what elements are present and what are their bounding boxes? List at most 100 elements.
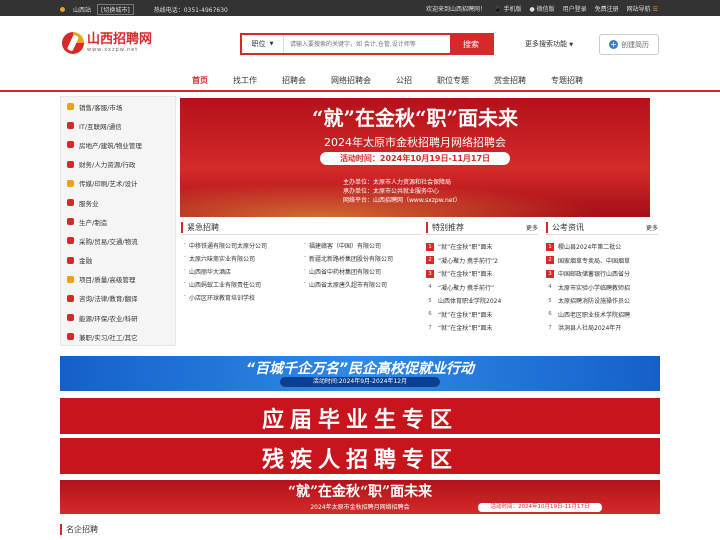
search-button[interactable]: 搜索 [450,35,492,53]
urgent-item[interactable]: 山西省中药材集团有限公司 [301,267,421,276]
mobile-link[interactable]: 📱 手机版 [494,4,521,13]
login-link[interactable]: 用户登录 [563,4,587,13]
category-icon [67,160,74,168]
sidebar-item-label: 财务/人力资源/行政 [79,161,136,170]
urgent-item[interactable]: 山西蚂蚁工业有限责任公司 [181,280,301,289]
special-item[interactable]: 4 “凝心聚力 携手前行” [426,281,538,295]
special-item-label: “凝心聚力 携手前行”2 [438,257,498,265]
special-item[interactable]: 1 “就”在金秋“职”面未 [426,240,538,254]
exam-panel: 公考资讯 更多 1 稷山县2024年第二批公 2 国家烟草专卖局、中国烟草 3 中国邮政储蓄… [546,221,658,343]
category-icon [67,122,74,130]
urgent-item[interactable]: 新疆北新路桥集团股份有限公司 [301,254,421,263]
search-category-label: 职位 [251,40,266,48]
exam-item[interactable]: 4 太原市实验小学临聘教师招 [546,281,658,295]
urgent-item[interactable]: 山西丽华大酒店 [181,267,301,276]
sidebar-item[interactable]: IT/互联网/通信 [61,116,175,135]
disabled-zone-banner[interactable]: 残疾人招聘专区 [60,438,660,474]
sidebar-item[interactable]: 财务/人力资源/行政 [61,155,175,174]
site-nav-label: 网站导航 [626,6,651,13]
category-icon [67,103,74,111]
autumn-fair-banner[interactable]: “就”在金秋“职”面未来 2024年太原市金秋招聘月网络招聘会 活动时间：202… [60,480,660,514]
urgent-item[interactable]: 福建赣客（中国）有限公司 [301,241,421,250]
urgent-item[interactable]: 山西省太原唐久超市有限公司 [301,280,421,289]
sidebar-item[interactable]: 金融 [61,251,175,270]
sidebar-item[interactable]: 生产/制造 [61,212,175,231]
rank-number: 3 [426,269,434,278]
exam-item[interactable]: 6 山西老区职业技术学院招聘 [546,308,658,322]
private-enterprise-banner[interactable]: “百城千企万名”民企高校促就业行动 活动时间:2024年9月-2024年12月 [60,356,660,391]
special-more-link[interactable]: 更多 [526,223,538,232]
search-input[interactable] [284,35,450,53]
exam-item[interactable]: 5 太原招聘消防设施操作员公 [546,294,658,308]
logo[interactable]: 山西招聘网 www.sxzpw.net [62,32,152,54]
sidebar-item-label: 金融 [79,257,92,266]
banner-headline: “就”在金秋“职”面未来 [311,106,518,130]
register-link[interactable]: 免费注册 [595,4,619,13]
banner-organizer: 承办单位：太原市公共就业服务中心 [343,188,440,195]
nav-bounty[interactable]: 赏金招聘 [494,70,526,91]
banner-organizers: 主办单位：太原市人力资源和社会保障局 承办单位：太原市公共就业服务中心 网络平台… [343,178,461,205]
nav-special[interactable]: 专题招聘 [551,70,583,91]
ban1-time: 活动时间:2024年9月-2024年12月 [280,377,440,387]
nav-job-fair[interactable]: 招聘会 [282,70,306,91]
sidebar-item[interactable]: 项目/质量/高级管理 [61,270,175,289]
switch-city-link[interactable]: [切换城市] [97,4,134,15]
sidebar-item-label: 项目/质量/高级管理 [79,276,136,285]
rank-number: 5 [428,297,432,304]
special-item[interactable]: 5 山西体育职业学院2024 [426,294,538,308]
more-search-label: 更多搜索功能 [525,40,567,48]
special-item[interactable]: 2 “凝心聚力 携手前行”2 [426,254,538,268]
sidebar-item-label: 能源/环保/农业/科研 [79,314,138,323]
nav-public-recruit[interactable]: 公招 [396,70,412,91]
sidebar-item[interactable]: 房地产/建筑/物业管理 [61,135,175,154]
special-item[interactable]: 3 “就”在金秋“职”面未 [426,267,538,281]
logo-icon [62,32,84,54]
site-nav-link[interactable]: 网站导航 ☰ [627,4,658,13]
special-item[interactable]: 7 “就”在金秋“职”面未 [426,321,538,335]
exam-item-label: 太原市实验小学临聘教师招 [558,284,631,292]
rank-number: 3 [546,269,554,278]
exam-item[interactable]: 3 中国邮政储蓄银行山西省分 [546,267,658,281]
urgent-item[interactable]: 中移铁通有限公司太原分公司 [181,241,301,250]
banner-subtitle: 2024年太原市金秋招聘月网络招聘会 [324,136,506,149]
exam-title: 公考资讯 [546,222,584,233]
sidebar-item[interactable]: 服务业 [61,193,175,212]
sidebar-item-label: IT/互联网/通信 [79,122,122,131]
sidebar-item[interactable]: 采购/贸易/交通/物流 [61,231,175,250]
nav-find-job[interactable]: 找工作 [233,70,257,91]
exam-item[interactable]: 1 稷山县2024年第二批公 [546,240,658,254]
rank-number: 5 [548,297,552,304]
special-item[interactable]: 6 “就”在金秋“职”面未 [426,308,538,322]
exam-list: 1 稷山县2024年第二批公 2 国家烟草专卖局、中国烟草 3 中国邮政储蓄银行山西省分 4… [546,240,658,335]
exam-more-link[interactable]: 更多 [646,223,658,232]
more-search-link[interactable]: 更多搜索功能 ▼ [525,39,573,49]
category-icon [67,256,74,264]
wechat-link[interactable]: ● 微信版 [529,4,554,13]
exam-item[interactable]: 2 国家烟草专卖局、中国烟草 [546,254,658,268]
nav-home[interactable]: 首页 [192,70,208,91]
sidebar-item-label: 传媒/印刷/艺术/设计 [79,180,138,189]
sidebar-item[interactable]: 传媒/印刷/艺术/设计 [61,174,175,193]
exam-item-label: 山西老区职业技术学院招聘 [558,311,631,319]
urgent-item[interactable]: 小店区环球教育培训学校 [181,293,301,302]
sidebar-item[interactable]: 能源/环保/农业/科研 [61,308,175,327]
sidebar-item[interactable]: 销售/客服/市场 [61,97,175,116]
exam-item-label: 稷山县2024年第二批公 [558,244,622,252]
category-icon [67,314,74,322]
sidebar-item[interactable]: 咨询/法律/教育/翻译 [61,289,175,308]
search-category-select[interactable]: 职位 ▼ [242,35,284,53]
special-item-label: “凝心聚力 携手前行” [438,284,495,292]
main-banner[interactable]: “就”在金秋“职”面未来 2024年太原市金秋招聘月网络招聘会 活动时间：202… [180,98,650,217]
ban3-title: 残疾人招聘专区 [261,448,458,473]
create-resume-button[interactable]: + 创建简历 [599,34,659,55]
special-item-label: 山西体育职业学院2024 [438,298,502,306]
rank-number: 6 [548,311,552,318]
urgent-item[interactable]: 太原六味斋实业有限公司 [181,254,301,263]
nav-online-fair[interactable]: 网络招聘会 [331,70,371,91]
nav-job-topics[interactable]: 职位专题 [437,70,469,91]
banner-host: 主办单位：太原市人力资源和社会保障局 [343,179,452,186]
sidebar-item[interactable]: 兼职/实习/社工/其它 [61,327,175,346]
graduate-zone-banner[interactable]: 应届毕业生专区 [60,398,660,434]
urgent-list: 中移铁通有限公司太原分公司福建赣客（中国）有限公司太原六味斋实业有限公司新疆北新… [181,241,421,302]
exam-item[interactable]: 7 洪洞县人社局2024年开 [546,321,658,335]
